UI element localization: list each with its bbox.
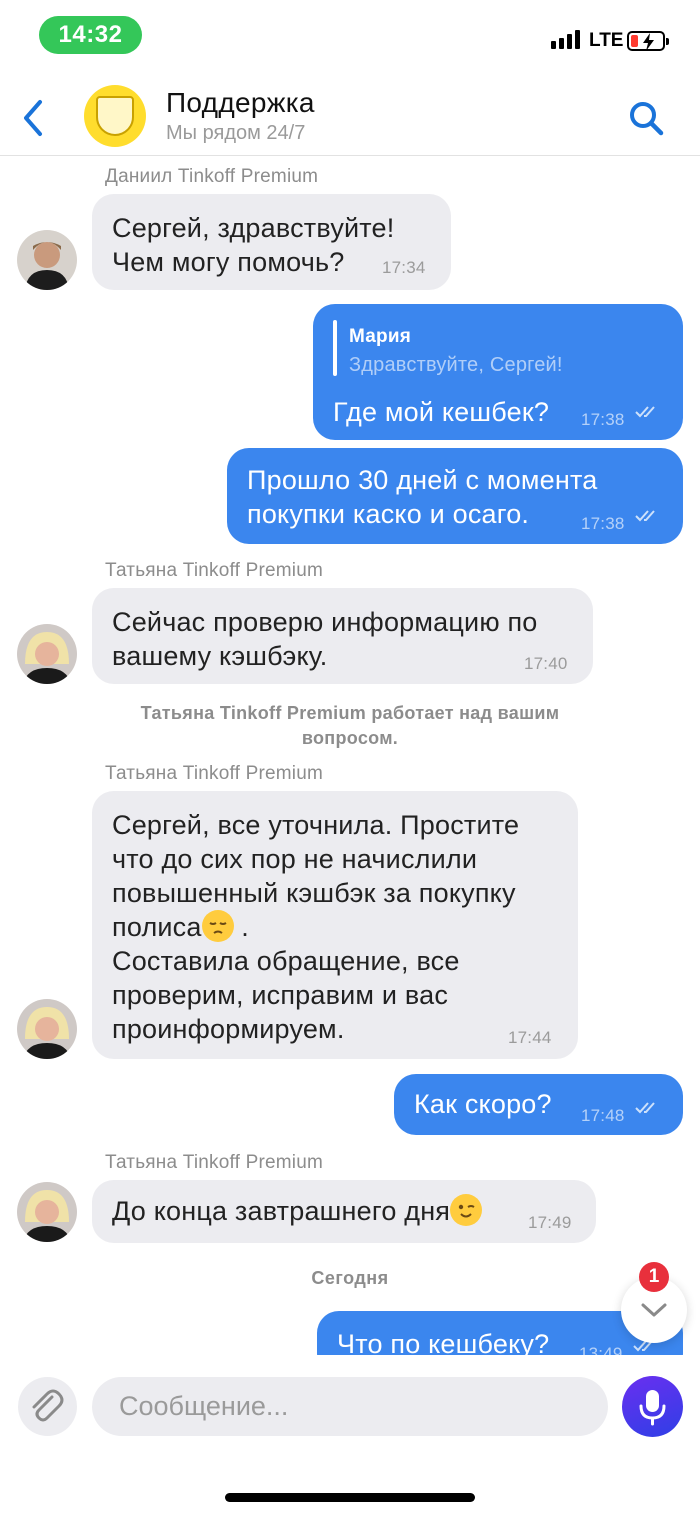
message-text: Сергей, здравствуйте! [112,213,395,243]
microphone-button[interactable] [622,1376,683,1437]
search-icon [630,102,664,136]
agent-avatar[interactable] [17,624,77,684]
message-time: 17:48 [581,1106,625,1125]
message-text: Где мой кешбек? [333,397,550,427]
reply-quote-text: Здравствуйте, Сергей! [349,354,563,376]
double-check-icon [635,1102,655,1114]
message-text: До конца завтрашнего дня [112,1196,451,1226]
chat-header: Поддержка Мы рядом 24/7 [0,72,700,156]
message-time: 13:49 [579,1344,623,1355]
reply-quote-bar [333,320,337,376]
paperclip-icon [32,1389,64,1422]
chat-subtitle: Мы рядом 24/7 [166,122,306,144]
message-text: что до сих пор не начислили [112,844,478,874]
search-button[interactable] [626,98,666,138]
message-time: 17:34 [382,258,426,277]
message-text-with-emoji: До конца завтрашнего дня [112,1194,596,1228]
day-separator: Сегодня [311,1268,389,1288]
double-check-icon [635,510,655,522]
incoming-message[interactable]: Сергей, здравствуйте! Чем могу помочь? 1… [92,194,451,290]
message-list[interactable]: Даниил Tinkoff Premium Сергей, здравству… [0,157,700,1355]
network-label: LTE [589,30,624,51]
message-sender: Татьяна Tinkoff Premium [105,763,323,784]
message-sender: Татьяна Tinkoff Premium [105,1152,323,1173]
message-text: Сергей, все уточнила. Простите [112,810,520,840]
system-status-note: Татьяна Tinkoff Premium работает над ваш… [140,703,560,748]
pensive-face-emoji-icon [201,910,234,942]
agent-avatar[interactable] [17,999,77,1059]
winking-face-emoji-icon [450,1194,483,1226]
message-time: 17:49 [528,1213,572,1232]
chat-title: Поддержка [166,87,315,118]
incoming-message[interactable]: До конца завтрашнего дня 17:49 [92,1180,596,1243]
chevron-left-icon [24,100,42,136]
outgoing-message[interactable]: Мария Здравствуйте, Сергей! Где мой кешб… [313,304,683,440]
message-time: 17:40 [524,654,568,673]
message-text: Составила обращение, все [112,946,460,976]
status-bar: 14:32 LTE [0,0,700,72]
incoming-message[interactable]: Сергей, все уточнила. Простите что до си… [92,791,578,1059]
tinkoff-logo [84,85,146,147]
signal-icon [551,30,580,49]
back-button[interactable] [18,96,48,140]
message-sender: Даниил Tinkoff Premium [105,166,319,187]
message-text: Прошло 30 дней с момента [247,465,598,495]
message-sender: Татьяна Tinkoff Premium [105,560,323,581]
message-text: проверим, исправим и вас [112,980,449,1010]
message-time: 17:38 [581,410,625,429]
status-time: 14:32 [39,16,142,54]
message-text: полиса [112,912,202,942]
message-input[interactable] [92,1377,608,1436]
agent-avatar[interactable] [17,230,77,290]
agent-avatar[interactable] [17,1182,77,1242]
attach-button[interactable] [18,1377,77,1436]
home-indicator[interactable] [225,1493,475,1502]
message-text: повышенный кэшбэк за покупку [112,878,516,908]
message-time: 17:38 [581,514,625,533]
microphone-icon [639,1390,666,1426]
message-text: вашему кэшбэку. [112,641,328,671]
outgoing-message[interactable]: Прошло 30 дней с момента покупки каско и… [227,448,683,544]
message-time: 17:44 [508,1028,552,1047]
composer-bar [0,1356,700,1466]
message-text: . [233,912,250,942]
unread-count-badge: 1 [639,1262,669,1292]
message-text: Сейчас проверю информацию по [112,607,538,637]
incoming-message[interactable]: Сейчас проверю информацию по вашему кэшб… [92,588,593,684]
battery-icon [627,31,669,51]
message-text-with-emoji: полиса . [112,910,578,944]
double-check-icon [635,406,655,418]
outgoing-message[interactable]: Как скоро? 17:48 [394,1074,683,1135]
